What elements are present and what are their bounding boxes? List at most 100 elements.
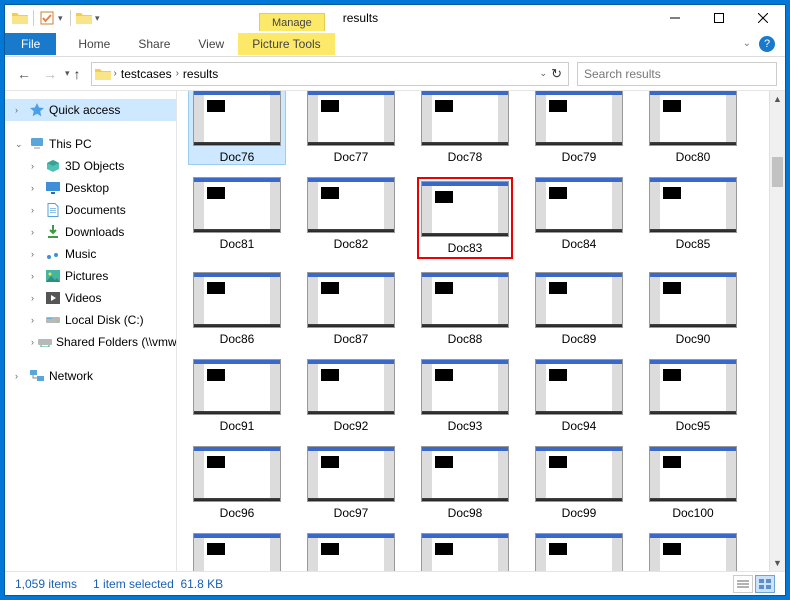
tree-item[interactable]: › Pictures — [5, 265, 176, 287]
scroll-thumb[interactable] — [772, 157, 783, 187]
tab-view[interactable]: View — [184, 33, 238, 55]
file-item[interactable]: Doc95 — [645, 359, 741, 433]
search-input[interactable]: Search results — [577, 62, 777, 86]
file-label: Doc95 — [676, 419, 711, 433]
file-item[interactable]: Doc82 — [303, 177, 399, 259]
file-item[interactable]: Doc103 — [417, 533, 513, 571]
expand-icon[interactable]: › — [31, 183, 41, 193]
forward-button[interactable]: → — [39, 63, 61, 85]
file-item[interactable]: Doc94 — [531, 359, 627, 433]
tree-item[interactable]: ›Music — [5, 243, 176, 265]
tree-item[interactable]: ›Local Disk (C:) — [5, 309, 176, 331]
tree-item[interactable]: ›Videos — [5, 287, 176, 309]
details-view-button[interactable] — [733, 575, 753, 593]
tab-share[interactable]: Share — [124, 33, 184, 55]
file-item[interactable]: Doc85 — [645, 177, 741, 259]
new-folder-icon[interactable] — [75, 9, 93, 27]
tree-this-pc[interactable]: ⌄ This PC — [5, 133, 176, 155]
file-item[interactable]: Doc87 — [303, 272, 399, 346]
separator — [33, 10, 34, 26]
file-item[interactable]: Doc105 — [645, 533, 741, 571]
file-item[interactable]: Doc93 — [417, 359, 513, 433]
qat-customize-icon[interactable]: ▾ — [95, 13, 103, 24]
expand-icon[interactable]: › — [31, 205, 41, 215]
file-item[interactable]: Doc102 — [303, 533, 399, 571]
tree-item[interactable]: ›Shared Folders (\\vmware-host) — [5, 331, 176, 353]
file-item[interactable]: Doc86 — [189, 272, 285, 346]
expand-icon[interactable]: › — [31, 249, 41, 259]
expand-icon[interactable]: › — [15, 105, 25, 115]
expand-icon[interactable]: › — [31, 161, 41, 171]
file-thumbnail — [535, 91, 623, 146]
expand-icon[interactable]: › — [15, 371, 25, 381]
minimize-button[interactable] — [653, 5, 697, 31]
file-item[interactable]: Doc78 — [417, 91, 513, 164]
vertical-scrollbar[interactable]: ▲ ▼ — [769, 91, 785, 571]
scroll-down-icon[interactable]: ▼ — [770, 555, 785, 571]
items-grid: Doc71Doc72Doc73Doc74Doc75Doc76Doc77Doc78… — [177, 91, 769, 571]
file-item[interactable]: Doc76 — [189, 91, 285, 164]
file-thumbnail — [193, 177, 281, 233]
collapse-ribbon-icon[interactable]: ⌄ — [743, 38, 751, 49]
back-button[interactable]: ← — [13, 63, 35, 85]
file-item[interactable]: Doc80 — [645, 91, 741, 164]
breadcrumb[interactable]: testcases — [117, 67, 176, 81]
file-thumbnail — [421, 446, 509, 502]
expand-icon[interactable]: › — [31, 227, 41, 237]
file-item[interactable]: Doc81 — [189, 177, 285, 259]
tree-item[interactable]: ›Desktop — [5, 177, 176, 199]
scroll-up-icon[interactable]: ▲ — [770, 91, 785, 107]
tree-label: Pictures — [65, 269, 108, 283]
tab-picture-tools[interactable]: Picture Tools — [238, 33, 334, 55]
tree-label: Documents — [65, 203, 126, 217]
tree-label: This PC — [49, 137, 92, 151]
file-item[interactable]: Doc79 — [531, 91, 627, 164]
help-icon[interactable]: ? — [759, 36, 775, 52]
file-item[interactable]: Doc100 — [645, 446, 741, 520]
file-item[interactable]: Doc97 — [303, 446, 399, 520]
status-selection: 1 item selected 61.8 KB — [93, 577, 223, 591]
refresh-icon[interactable]: ↻ — [551, 66, 562, 82]
file-item[interactable]: Doc98 — [417, 446, 513, 520]
file-tab[interactable]: File — [5, 33, 56, 55]
collapse-icon[interactable]: ⌄ — [15, 139, 25, 150]
file-item[interactable]: Doc89 — [531, 272, 627, 346]
file-item[interactable]: Doc99 — [531, 446, 627, 520]
file-item[interactable]: Doc96 — [189, 446, 285, 520]
thumbnails-view-button[interactable] — [755, 575, 775, 593]
breadcrumb[interactable]: results — [179, 67, 222, 81]
tree-quick-access[interactable]: › Quick access — [5, 99, 176, 121]
tree-network[interactable]: › Network — [5, 365, 176, 387]
network-icon — [29, 368, 45, 384]
address-dropdown-icon[interactable]: ⌄ — [540, 68, 548, 79]
tree-item[interactable]: ›3D Objects — [5, 155, 176, 177]
up-button[interactable]: ↑ — [74, 66, 81, 82]
file-thumbnail — [307, 91, 395, 146]
expand-icon[interactable]: › — [31, 337, 34, 347]
expand-icon[interactable]: › — [31, 315, 41, 325]
close-button[interactable] — [741, 5, 785, 31]
tab-home[interactable]: Home — [64, 33, 124, 55]
file-item[interactable]: Doc104 — [531, 533, 627, 571]
expand-icon[interactable]: › — [31, 271, 41, 281]
maximize-button[interactable] — [697, 5, 741, 31]
file-item[interactable]: Doc77 — [303, 91, 399, 164]
separator — [70, 10, 71, 26]
tree-item[interactable]: › Documents — [5, 199, 176, 221]
tree-item[interactable]: ›Downloads — [5, 221, 176, 243]
properties-icon[interactable] — [38, 9, 56, 27]
expand-icon[interactable]: › — [31, 293, 41, 303]
status-item-count: 1,059 items — [15, 577, 77, 591]
qat-dropdown-icon[interactable]: ▾ — [58, 13, 66, 24]
file-item[interactable]: Doc83 — [417, 177, 513, 259]
file-item[interactable]: Doc92 — [303, 359, 399, 433]
folder-icon[interactable] — [11, 9, 29, 27]
file-item[interactable]: Doc84 — [531, 177, 627, 259]
file-item[interactable]: Doc88 — [417, 272, 513, 346]
history-dropdown-icon[interactable]: ▾ — [65, 68, 70, 79]
address-bar[interactable]: › testcases › results ⌄ ↻ — [91, 62, 569, 86]
file-item[interactable]: Doc90 — [645, 272, 741, 346]
file-item[interactable]: Doc101 — [189, 533, 285, 571]
file-item[interactable]: Doc91 — [189, 359, 285, 433]
folder-icon — [94, 65, 112, 83]
